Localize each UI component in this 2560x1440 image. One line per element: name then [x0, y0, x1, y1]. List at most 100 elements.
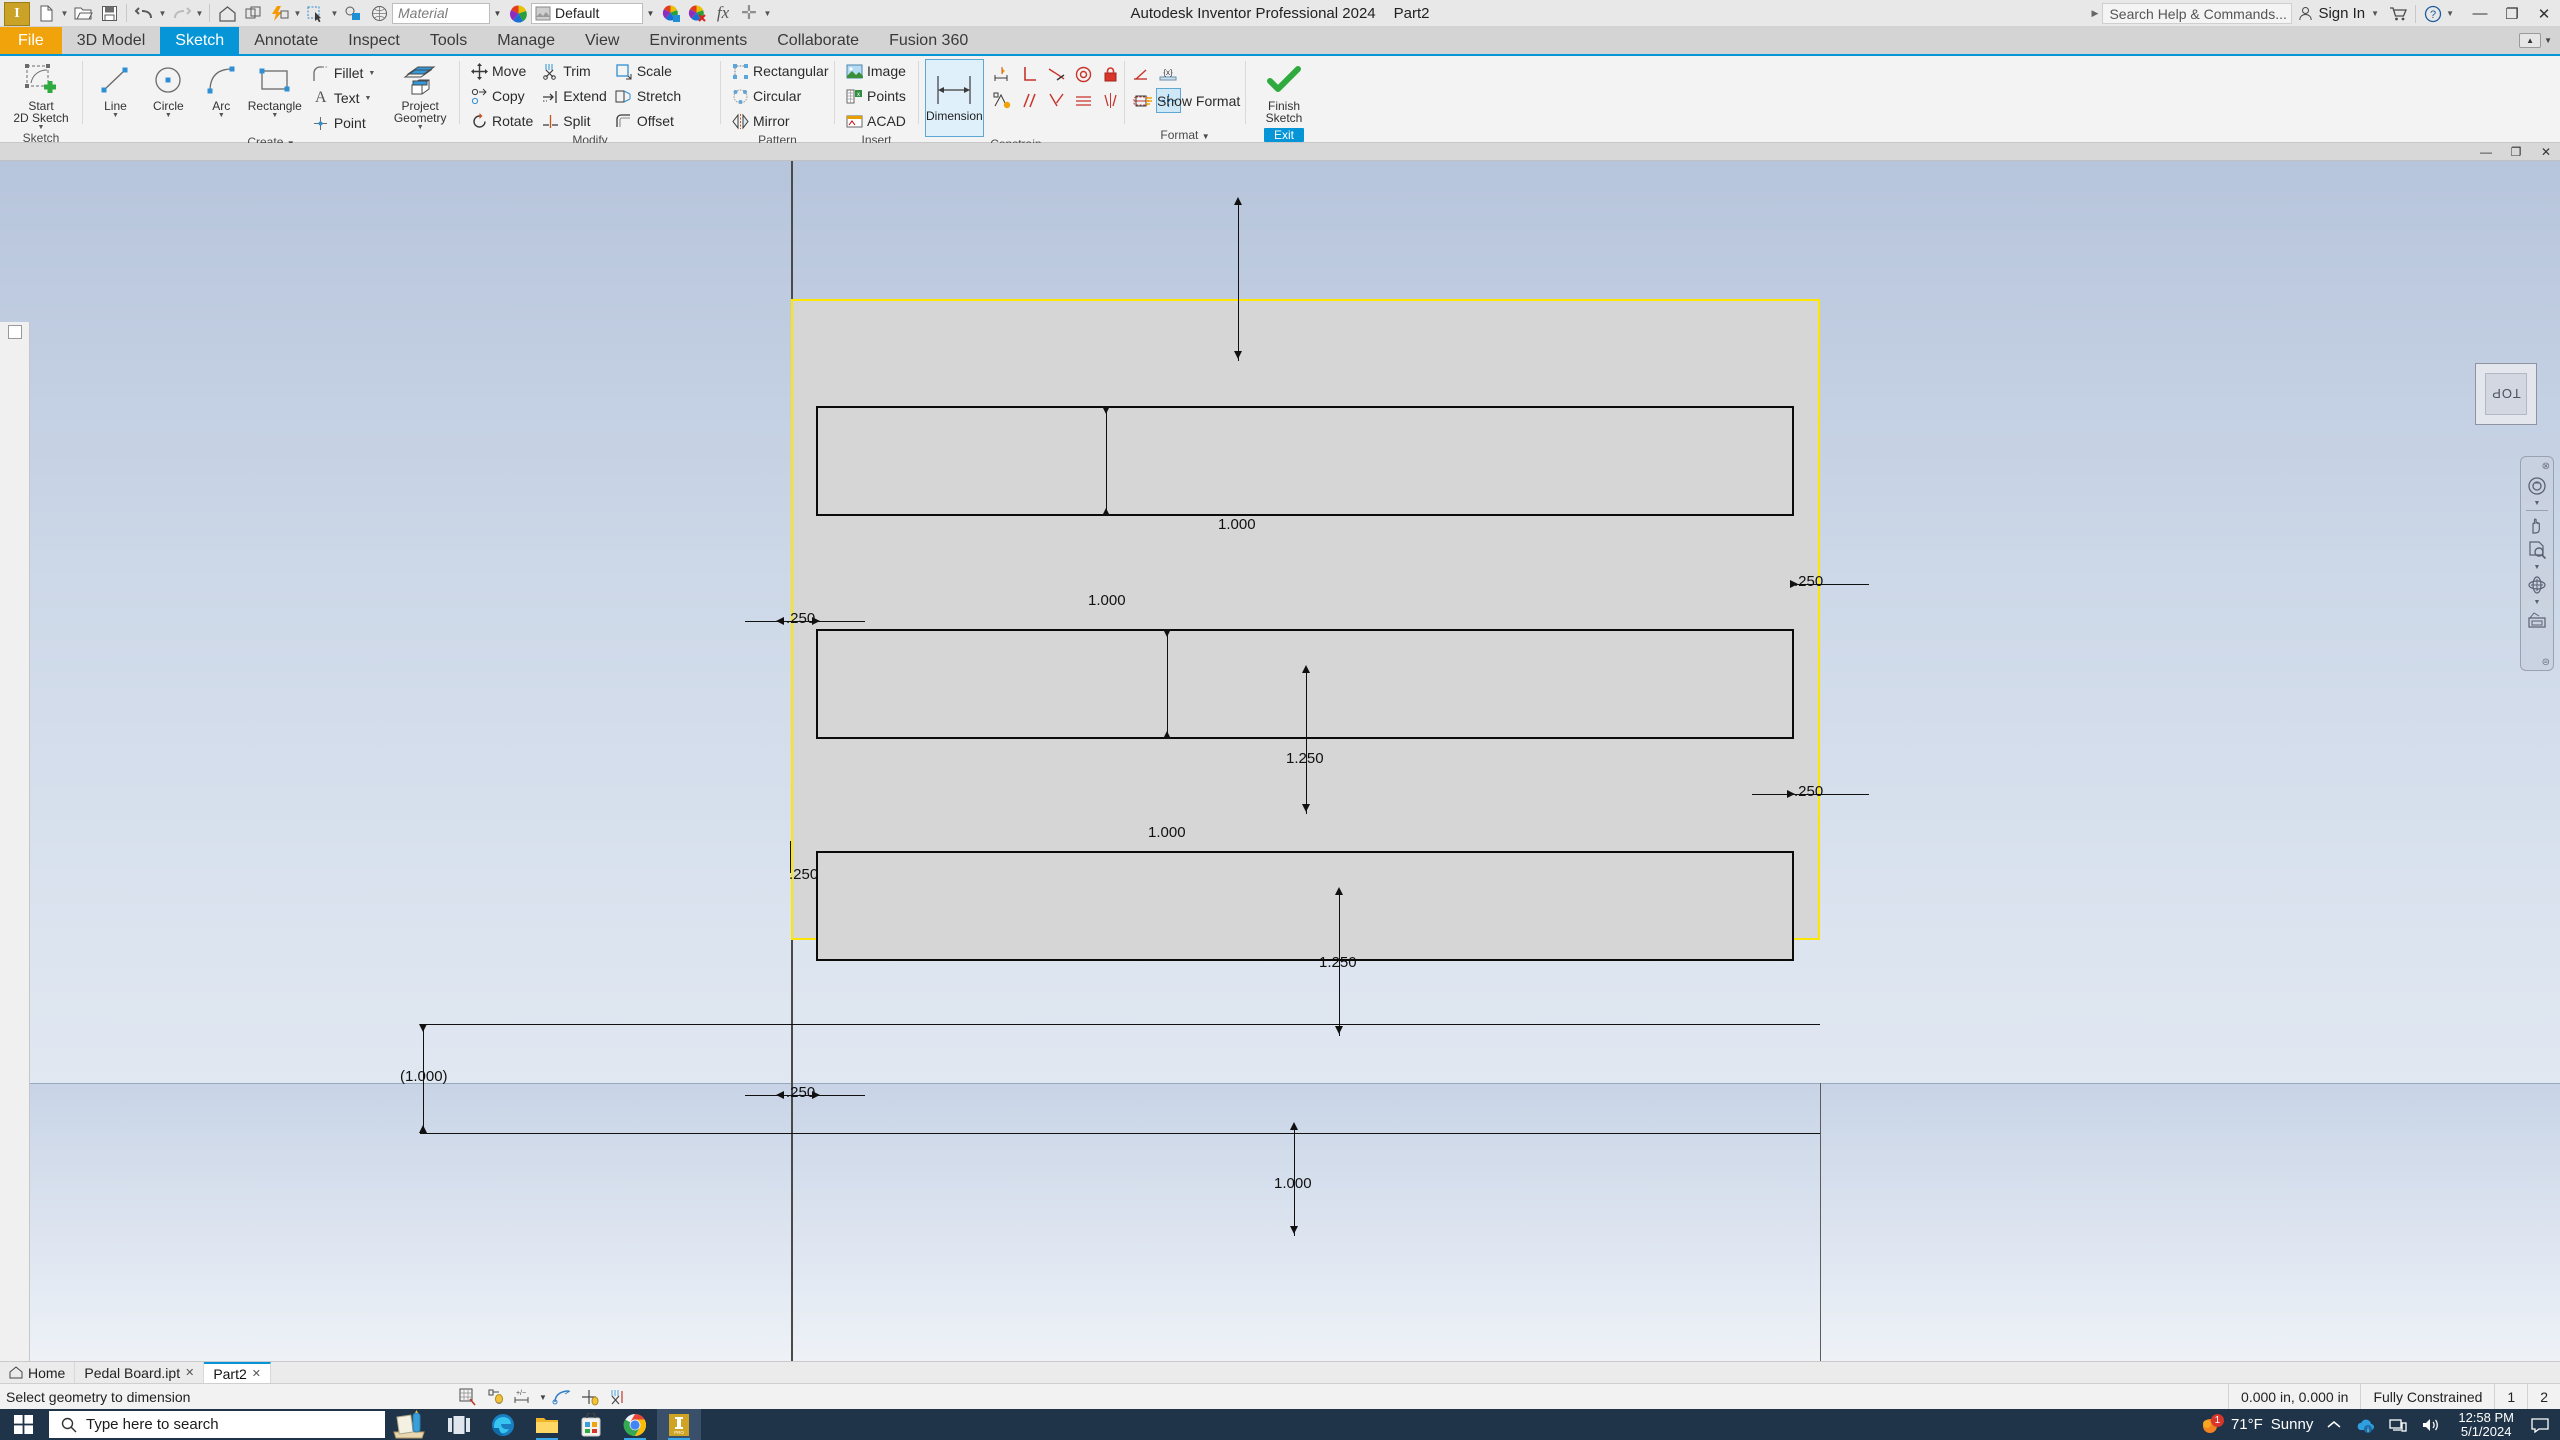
sketch-plane-face[interactable] — [791, 299, 1820, 940]
ribbon-collapse-icon[interactable]: ▲ — [2519, 33, 2542, 48]
orbit-icon[interactable] — [2525, 475, 2549, 497]
look-at-icon[interactable] — [2525, 609, 2549, 631]
window-restore-button[interactable]: ❐ — [2496, 0, 2528, 27]
model-browser-strip[interactable] — [0, 322, 30, 1361]
extend-button[interactable]: Extend — [537, 84, 611, 108]
tab-sketch[interactable]: Sketch — [160, 27, 240, 54]
dim-bottom-gap-text[interactable]: 1.000 — [1274, 1175, 1312, 1192]
rectangle-button[interactable]: Rectangle ▼ — [248, 59, 302, 119]
dim-top-gap-text[interactable]: 1.000 — [1218, 516, 1256, 533]
start-button[interactable] — [0, 1409, 47, 1440]
home-icon[interactable] — [214, 1, 240, 25]
ribbon-collapse-control[interactable]: ▲ ▼ — [2519, 27, 2560, 54]
tab-inspect[interactable]: Inspect — [333, 27, 415, 54]
help-search-input[interactable]: Search Help & Commands... — [2102, 3, 2293, 24]
text-dropdown-caret-icon[interactable]: ▼ — [365, 95, 372, 102]
help-caret-icon[interactable]: ▼ — [2446, 9, 2464, 18]
new-dropdown-caret-icon[interactable]: ▼ — [59, 1, 70, 25]
dim-rect2-right-text[interactable]: .250 — [1794, 783, 1823, 800]
appearance-add-icon[interactable] — [658, 1, 684, 25]
undo-icon[interactable] — [131, 1, 157, 25]
dimension-edit-icon[interactable]: +/− — [511, 1385, 536, 1410]
line-button[interactable]: Line ▼ — [89, 59, 142, 119]
dim-rect3-left-text[interactable]: .250 — [786, 1084, 815, 1101]
stretch-button[interactable]: Stretch — [611, 84, 685, 108]
rectangular-pattern-button[interactable]: Rectangular — [727, 59, 833, 83]
project-geometry-button[interactable]: Project Geometry ▼ — [387, 59, 453, 131]
edge-icon[interactable] — [481, 1409, 525, 1440]
update-icon[interactable] — [266, 1, 292, 25]
add-to-qat-icon[interactable]: ✛ — [736, 1, 762, 25]
tab-annotate[interactable]: Annotate — [239, 27, 333, 54]
graphics-canvas[interactable]: 1.000 1.000 .250 .250 1.250 .250 1.000 . — [0, 161, 2560, 1361]
document-tab-pedal-board[interactable]: Pedal Board.ipt ✕ — [75, 1362, 205, 1383]
window-minimize-button[interactable]: — — [2464, 0, 2496, 27]
image-button[interactable]: Image — [841, 59, 910, 83]
project-geometry-dropdown-caret-icon[interactable]: ▼ — [417, 124, 424, 131]
points-button[interactable]: x Points — [841, 84, 910, 108]
scale-button[interactable]: Scale — [611, 59, 685, 83]
file-explorer-icon[interactable] — [525, 1409, 569, 1440]
component-icon[interactable] — [340, 1, 366, 25]
symmetric-constraint-icon[interactable] — [1098, 88, 1123, 113]
redo-icon[interactable] — [168, 1, 194, 25]
dim-rect1-right-text[interactable]: .250 — [1794, 573, 1823, 590]
volume-icon[interactable] — [2414, 1409, 2448, 1440]
rectangle-dropdown-caret-icon[interactable]: ▼ — [271, 112, 278, 119]
help-icon[interactable]: ? — [2420, 2, 2446, 26]
split-button[interactable]: Split — [537, 109, 611, 133]
constraint-inference-icon[interactable] — [483, 1385, 508, 1410]
relax-mode-icon[interactable] — [550, 1385, 575, 1410]
doc-restore-button[interactable]: ❐ — [2506, 145, 2526, 159]
ribbon-collapse-caret-icon[interactable]: ▼ — [2544, 36, 2552, 45]
zoom-dropdown-caret-icon[interactable]: ▼ — [2534, 564, 2541, 571]
cortana-notebook-icon[interactable] — [385, 1409, 437, 1440]
qat-overflow-caret-icon[interactable]: ▼ — [762, 1, 773, 25]
mirror-button[interactable]: Mirror — [727, 109, 833, 133]
tab-file[interactable]: File — [0, 27, 62, 54]
show-format-button[interactable]: Show Format — [1131, 89, 1244, 113]
window-close-button[interactable]: ✕ — [2528, 0, 2560, 27]
panel-label-format[interactable]: Format ▼ — [1125, 128, 1245, 143]
dim-rect1-height-text[interactable]: 1.000 — [1088, 592, 1126, 609]
copy-button[interactable]: Copy — [466, 84, 537, 108]
dim-gap23-text[interactable]: 1.250 — [1319, 954, 1357, 971]
tab-view[interactable]: View — [570, 27, 634, 54]
grid-snap-icon[interactable] — [455, 1385, 480, 1410]
document-tab-pedal-board-close-icon[interactable]: ✕ — [185, 1366, 194, 1379]
orbit-dropdown-caret-icon[interactable]: ▼ — [2534, 500, 2541, 507]
sketch-rectangle-2[interactable] — [816, 629, 1794, 739]
navigation-bar[interactable]: ⊗ ▼ ▼ ▼ ⊜ — [2520, 456, 2554, 671]
sign-in-button[interactable]: Sign In — [2292, 5, 2371, 22]
document-tab-part2-close-icon[interactable]: ✕ — [252, 1367, 261, 1380]
auto-dimension-icon[interactable] — [990, 62, 1015, 87]
dim-rect1-left-text[interactable]: .250 — [786, 610, 815, 627]
search-expand-caret-icon[interactable]: ▶ — [2092, 8, 2103, 19]
navbar-close-icon[interactable]: ⊗ — [2542, 461, 2553, 472]
dim-rect2-left-text[interactable]: .250 — [789, 866, 818, 883]
view-cube[interactable]: TOP — [2475, 363, 2537, 425]
coincident-constraint-icon[interactable] — [1044, 88, 1069, 113]
select-dropdown-caret-icon[interactable]: ▼ — [329, 1, 340, 25]
style-selector[interactable]: Default — [531, 2, 643, 24]
line-dropdown-caret-icon[interactable]: ▼ — [112, 112, 119, 119]
new-icon[interactable] — [33, 1, 59, 25]
parallel-constraint-icon[interactable] — [1017, 88, 1042, 113]
tab-3d-model[interactable]: 3D Model — [62, 27, 160, 54]
tab-tools[interactable]: Tools — [415, 27, 482, 54]
auto-constrain-icon[interactable] — [990, 88, 1015, 113]
offset-button[interactable]: Offset — [611, 109, 685, 133]
rotate-button[interactable]: Rotate — [466, 109, 537, 133]
text-button[interactable]: A Text ▼ — [308, 86, 380, 110]
pan-icon[interactable] — [2525, 514, 2549, 536]
tangent-constraint-icon[interactable] — [1044, 62, 1069, 87]
select-icon[interactable] — [303, 1, 329, 25]
start-2d-sketch-button[interactable]: Start 2D Sketch ▼ — [12, 59, 70, 131]
open-icon[interactable] — [70, 1, 96, 25]
undo-dropdown-caret-icon[interactable]: ▼ — [157, 1, 168, 25]
material-selector[interactable]: Material — [392, 2, 490, 24]
fix-constraint-lock-icon[interactable] — [1098, 62, 1123, 87]
zoom-window-icon[interactable] — [2525, 539, 2549, 561]
point-button[interactable]: Point — [308, 111, 380, 135]
circle-dropdown-caret-icon[interactable]: ▼ — [165, 112, 172, 119]
